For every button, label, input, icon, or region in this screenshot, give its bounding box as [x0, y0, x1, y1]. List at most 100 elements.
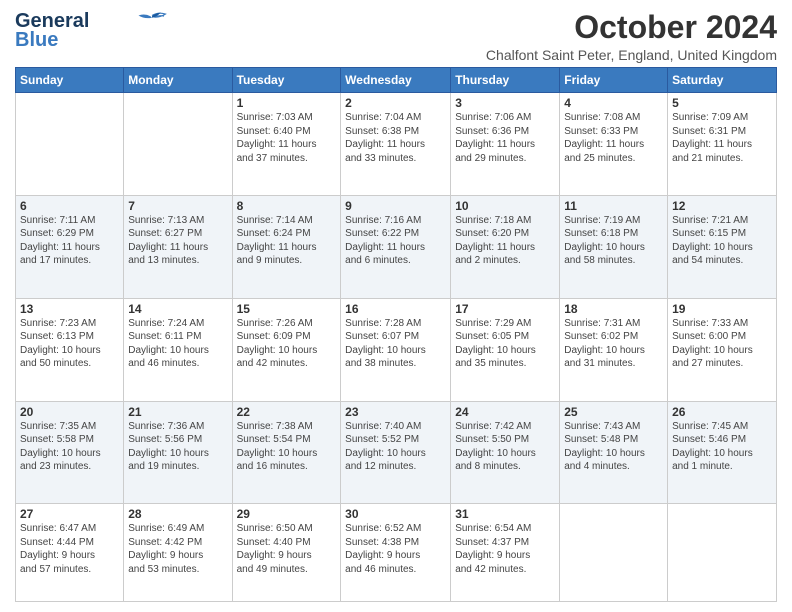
day-info: Sunrise: 7:24 AM Sunset: 6:11 PM Dayligh… [128, 317, 227, 371]
calendar-cell: 16Sunrise: 7:28 AM Sunset: 6:07 PM Dayli… [341, 298, 451, 401]
day-number: 6 [20, 199, 119, 213]
day-number: 26 [672, 405, 772, 419]
calendar-cell: 29Sunrise: 6:50 AM Sunset: 4:40 PM Dayli… [232, 504, 341, 602]
calendar-cell: 22Sunrise: 7:38 AM Sunset: 5:54 PM Dayli… [232, 401, 341, 504]
day-number: 28 [128, 507, 227, 521]
day-info: Sunrise: 7:28 AM Sunset: 6:07 PM Dayligh… [345, 317, 446, 371]
day-info: Sunrise: 7:23 AM Sunset: 6:13 PM Dayligh… [20, 317, 119, 371]
day-info: Sunrise: 6:47 AM Sunset: 4:44 PM Dayligh… [20, 522, 119, 576]
day-info: Sunrise: 7:11 AM Sunset: 6:29 PM Dayligh… [20, 214, 119, 268]
calendar-cell: 14Sunrise: 7:24 AM Sunset: 6:11 PM Dayli… [124, 298, 232, 401]
day-number: 8 [237, 199, 337, 213]
day-number: 5 [672, 96, 772, 110]
page: General Blue October 2024 Chalfont Saint… [0, 0, 792, 612]
day-number: 15 [237, 302, 337, 316]
calendar-cell: 7Sunrise: 7:13 AM Sunset: 6:27 PM Daylig… [124, 195, 232, 298]
day-number: 20 [20, 405, 119, 419]
day-number: 18 [564, 302, 663, 316]
calendar-cell: 3Sunrise: 7:06 AM Sunset: 6:36 PM Daylig… [451, 93, 560, 196]
weekday-header-friday: Friday [560, 68, 668, 93]
weekday-header-saturday: Saturday [668, 68, 777, 93]
weekday-header-wednesday: Wednesday [341, 68, 451, 93]
day-number: 30 [345, 507, 446, 521]
calendar-cell [16, 93, 124, 196]
calendar-cell: 23Sunrise: 7:40 AM Sunset: 5:52 PM Dayli… [341, 401, 451, 504]
calendar-cell: 6Sunrise: 7:11 AM Sunset: 6:29 PM Daylig… [16, 195, 124, 298]
day-info: Sunrise: 7:19 AM Sunset: 6:18 PM Dayligh… [564, 214, 663, 268]
calendar-cell: 11Sunrise: 7:19 AM Sunset: 6:18 PM Dayli… [560, 195, 668, 298]
day-info: Sunrise: 7:16 AM Sunset: 6:22 PM Dayligh… [345, 214, 446, 268]
day-info: Sunrise: 7:06 AM Sunset: 6:36 PM Dayligh… [455, 111, 555, 165]
day-number: 4 [564, 96, 663, 110]
day-number: 2 [345, 96, 446, 110]
day-info: Sunrise: 7:21 AM Sunset: 6:15 PM Dayligh… [672, 214, 772, 268]
calendar-cell: 1Sunrise: 7:03 AM Sunset: 6:40 PM Daylig… [232, 93, 341, 196]
calendar-cell: 8Sunrise: 7:14 AM Sunset: 6:24 PM Daylig… [232, 195, 341, 298]
calendar-cell: 19Sunrise: 7:33 AM Sunset: 6:00 PM Dayli… [668, 298, 777, 401]
day-number: 27 [20, 507, 119, 521]
day-info: Sunrise: 7:14 AM Sunset: 6:24 PM Dayligh… [237, 214, 337, 268]
weekday-header-tuesday: Tuesday [232, 68, 341, 93]
calendar-cell: 13Sunrise: 7:23 AM Sunset: 6:13 PM Dayli… [16, 298, 124, 401]
day-info: Sunrise: 7:13 AM Sunset: 6:27 PM Dayligh… [128, 214, 227, 268]
calendar-cell: 4Sunrise: 7:08 AM Sunset: 6:33 PM Daylig… [560, 93, 668, 196]
weekday-header-thursday: Thursday [451, 68, 560, 93]
day-info: Sunrise: 7:33 AM Sunset: 6:00 PM Dayligh… [672, 317, 772, 371]
day-info: Sunrise: 7:29 AM Sunset: 6:05 PM Dayligh… [455, 317, 555, 371]
day-info: Sunrise: 7:45 AM Sunset: 5:46 PM Dayligh… [672, 420, 772, 474]
day-info: Sunrise: 7:08 AM Sunset: 6:33 PM Dayligh… [564, 111, 663, 165]
day-info: Sunrise: 7:03 AM Sunset: 6:40 PM Dayligh… [237, 111, 337, 165]
calendar-cell: 27Sunrise: 6:47 AM Sunset: 4:44 PM Dayli… [16, 504, 124, 602]
day-info: Sunrise: 7:35 AM Sunset: 5:58 PM Dayligh… [20, 420, 119, 474]
day-number: 1 [237, 96, 337, 110]
calendar-cell: 5Sunrise: 7:09 AM Sunset: 6:31 PM Daylig… [668, 93, 777, 196]
day-number: 29 [237, 507, 337, 521]
calendar-cell: 2Sunrise: 7:04 AM Sunset: 6:38 PM Daylig… [341, 93, 451, 196]
calendar: SundayMondayTuesdayWednesdayThursdayFrid… [15, 67, 777, 602]
day-info: Sunrise: 7:09 AM Sunset: 6:31 PM Dayligh… [672, 111, 772, 165]
day-number: 13 [20, 302, 119, 316]
day-info: Sunrise: 7:38 AM Sunset: 5:54 PM Dayligh… [237, 420, 337, 474]
logo-bird-icon [137, 11, 167, 29]
day-info: Sunrise: 7:26 AM Sunset: 6:09 PM Dayligh… [237, 317, 337, 371]
day-info: Sunrise: 7:18 AM Sunset: 6:20 PM Dayligh… [455, 214, 555, 268]
day-number: 22 [237, 405, 337, 419]
header: General Blue October 2024 Chalfont Saint… [15, 10, 777, 63]
calendar-cell: 10Sunrise: 7:18 AM Sunset: 6:20 PM Dayli… [451, 195, 560, 298]
day-number: 16 [345, 302, 446, 316]
calendar-cell: 30Sunrise: 6:52 AM Sunset: 4:38 PM Dayli… [341, 504, 451, 602]
calendar-cell: 21Sunrise: 7:36 AM Sunset: 5:56 PM Dayli… [124, 401, 232, 504]
day-info: Sunrise: 7:31 AM Sunset: 6:02 PM Dayligh… [564, 317, 663, 371]
day-number: 24 [455, 405, 555, 419]
day-info: Sunrise: 7:42 AM Sunset: 5:50 PM Dayligh… [455, 420, 555, 474]
calendar-cell: 31Sunrise: 6:54 AM Sunset: 4:37 PM Dayli… [451, 504, 560, 602]
day-number: 9 [345, 199, 446, 213]
day-number: 14 [128, 302, 227, 316]
weekday-header-monday: Monday [124, 68, 232, 93]
logo-blue: Blue [15, 29, 58, 52]
weekday-header-sunday: Sunday [16, 68, 124, 93]
day-number: 11 [564, 199, 663, 213]
calendar-cell: 9Sunrise: 7:16 AM Sunset: 6:22 PM Daylig… [341, 195, 451, 298]
day-info: Sunrise: 7:43 AM Sunset: 5:48 PM Dayligh… [564, 420, 663, 474]
calendar-cell: 26Sunrise: 7:45 AM Sunset: 5:46 PM Dayli… [668, 401, 777, 504]
day-number: 23 [345, 405, 446, 419]
calendar-cell: 15Sunrise: 7:26 AM Sunset: 6:09 PM Dayli… [232, 298, 341, 401]
calendar-cell [668, 504, 777, 602]
location: Chalfont Saint Peter, England, United Ki… [486, 47, 777, 63]
calendar-cell: 18Sunrise: 7:31 AM Sunset: 6:02 PM Dayli… [560, 298, 668, 401]
day-info: Sunrise: 6:50 AM Sunset: 4:40 PM Dayligh… [237, 522, 337, 576]
day-number: 31 [455, 507, 555, 521]
day-info: Sunrise: 7:04 AM Sunset: 6:38 PM Dayligh… [345, 111, 446, 165]
calendar-cell: 17Sunrise: 7:29 AM Sunset: 6:05 PM Dayli… [451, 298, 560, 401]
day-number: 12 [672, 199, 772, 213]
calendar-cell: 25Sunrise: 7:43 AM Sunset: 5:48 PM Dayli… [560, 401, 668, 504]
day-number: 25 [564, 405, 663, 419]
day-info: Sunrise: 7:36 AM Sunset: 5:56 PM Dayligh… [128, 420, 227, 474]
title-section: October 2024 Chalfont Saint Peter, Engla… [486, 10, 777, 63]
day-number: 10 [455, 199, 555, 213]
calendar-cell: 28Sunrise: 6:49 AM Sunset: 4:42 PM Dayli… [124, 504, 232, 602]
day-info: Sunrise: 6:52 AM Sunset: 4:38 PM Dayligh… [345, 522, 446, 576]
calendar-cell: 12Sunrise: 7:21 AM Sunset: 6:15 PM Dayli… [668, 195, 777, 298]
day-number: 17 [455, 302, 555, 316]
